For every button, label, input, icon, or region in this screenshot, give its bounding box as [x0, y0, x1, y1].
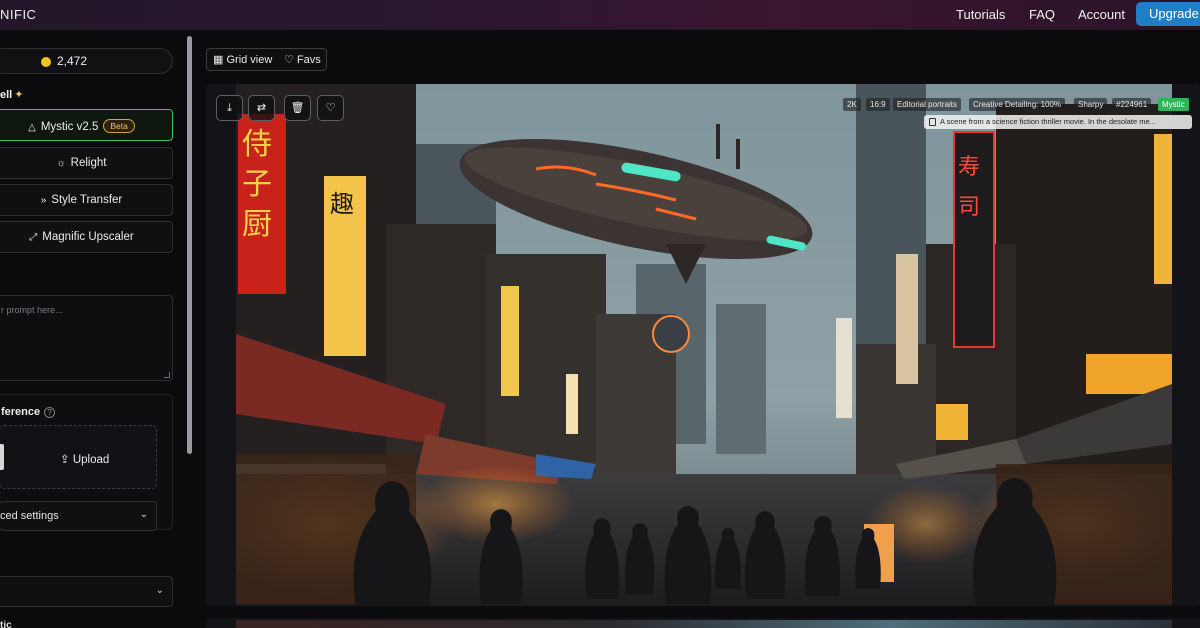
prompt-placeholder: r prompt here...: [1, 305, 63, 315]
help-icon[interactable]: ?: [44, 407, 56, 418]
prompt-preview-text: A scene from a science fiction thriller …: [940, 117, 1156, 126]
brand-logo[interactable]: NIFIC: [0, 7, 36, 22]
tag-aspect-ratio: 16:9: [866, 98, 890, 111]
reference-title: ference?: [1, 406, 56, 418]
nav-faq[interactable]: FAQ: [1029, 7, 1055, 22]
trash-icon: 🗑: [290, 102, 305, 114]
credits-count: 2,472: [57, 54, 88, 68]
favorite-button[interactable]: ♡: [317, 95, 344, 121]
grid-icon: ▦: [213, 54, 224, 66]
model-relight-label: Relight: [70, 157, 107, 169]
chevron-down-icon: ⌄: [139, 509, 148, 520]
model-relight-button[interactable]: ☼ Relight: [0, 147, 173, 179]
generated-image[interactable]: 侍 子 厨 趣 寿 司: [236, 84, 1172, 606]
tag-resolution: 2K: [843, 98, 861, 111]
prompt-input[interactable]: r prompt here...: [0, 295, 173, 381]
upload-dropzone[interactable]: ⇪ Upload: [0, 425, 157, 489]
grid-view-label: Grid view: [226, 54, 273, 66]
reference-thumbnail: [0, 444, 4, 470]
favs-button[interactable]: ♡ Favs: [284, 53, 321, 66]
model-style-transfer-button[interactable]: » Style Transfer: [0, 184, 173, 216]
view-toggle: ▦ Grid view ♡ Favs: [206, 48, 327, 71]
nav-account[interactable]: Account: [1078, 7, 1125, 22]
model-style-transfer-label: Style Transfer: [51, 194, 123, 206]
chevron-down-icon: ⌄: [155, 585, 164, 596]
model-mystic-label: Mystic v2.5: [40, 121, 99, 133]
upgrade-button[interactable]: Upgrade: [1136, 2, 1200, 26]
tag-seed: #224961: [1112, 98, 1152, 111]
tag-style: Editorial portraits: [893, 98, 962, 111]
image-card: 侍 子 厨 趣 寿 司: [206, 84, 1200, 606]
svg-text:寿: 寿: [958, 155, 980, 180]
upload-icon: ⇪: [60, 454, 70, 466]
model-upscaler-label: Magnific Upscaler: [42, 231, 134, 243]
repeat-icon: ⇄: [256, 102, 267, 114]
tag-model: Mystic: [1158, 98, 1189, 111]
download-button[interactable]: ⤓: [216, 95, 243, 121]
svg-text:子: 子: [242, 167, 272, 202]
tag-creative-detailing: Creative Detailing: 100%: [969, 98, 1066, 111]
svg-text:司: 司: [958, 195, 980, 220]
model-upscaler-button[interactable]: ⤢ Magnific Upscaler: [0, 221, 173, 253]
variations-button[interactable]: ⇄: [248, 95, 275, 121]
expand-icon: ⤢: [29, 232, 38, 243]
next-image-preview[interactable]: [236, 620, 1172, 628]
double-chevron-icon: »: [40, 195, 47, 206]
upload-button[interactable]: ⇪ Upload: [60, 452, 109, 466]
advanced-settings-label: ced settings: [0, 510, 59, 522]
resize-handle[interactable]: [164, 372, 170, 378]
download-icon: ⤓: [227, 102, 232, 114]
coin-icon: [41, 57, 51, 67]
reference-label: ference: [1, 406, 41, 418]
copy-icon[interactable]: [929, 118, 936, 126]
model-section-label: ell: [0, 89, 13, 101]
heart-icon: ♡: [284, 54, 294, 66]
sun-icon: ☼: [56, 158, 66, 169]
delete-button[interactable]: 🗑: [284, 95, 311, 121]
sidebar: 2,472 ell ✦ △ Mystic v2.5 Beta ☼ Relight » St…: [0, 30, 186, 628]
beta-badge: Beta: [103, 119, 135, 133]
advanced-settings-toggle[interactable]: ced settings ⌄: [0, 501, 157, 531]
prompt-preview[interactable]: A scene from a science fiction thriller …: [924, 115, 1192, 129]
favs-label: Favs: [296, 54, 321, 66]
reference-panel: ference? ⇪ Upload ced settings ⌄: [0, 394, 173, 531]
magic-wand-icon: ✦: [14, 89, 24, 101]
option-select[interactable]: ⌄: [0, 576, 173, 607]
svg-text:厨: 厨: [242, 207, 272, 242]
sidebar-scrollbar[interactable]: [187, 36, 192, 454]
triangle-icon: △: [28, 122, 36, 133]
bottom-section-label: tic: [0, 620, 12, 628]
heart-icon: ♡: [325, 102, 336, 114]
nav-tutorials[interactable]: Tutorials: [956, 7, 1005, 22]
upload-label: Upload: [72, 454, 110, 466]
tag-engine: Sharpy: [1074, 98, 1108, 111]
credits-pill[interactable]: 2,472: [0, 48, 173, 74]
model-mystic-button[interactable]: △ Mystic v2.5 Beta: [0, 109, 173, 141]
cyberpunk-street-image: 侍 子 厨 趣 寿 司: [236, 84, 1172, 606]
svg-text:趣: 趣: [330, 190, 354, 218]
top-bar: NIFIC Tutorials FAQ Account Upgrade: [0, 0, 1200, 30]
svg-text:侍: 侍: [242, 127, 272, 162]
grid-view-button[interactable]: ▦ Grid view: [213, 53, 272, 66]
model-section-title: ell ✦: [0, 88, 23, 101]
